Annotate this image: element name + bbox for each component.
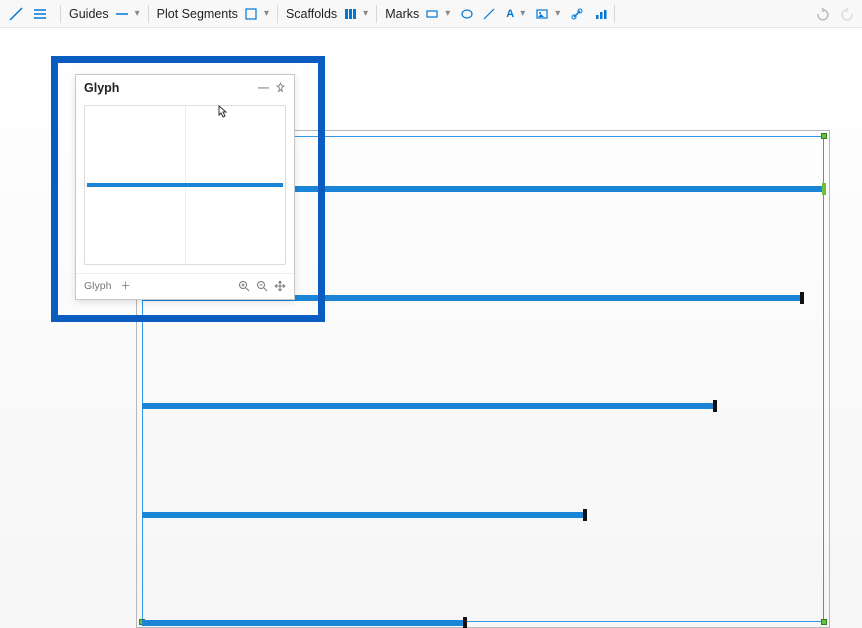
chevron-down-icon[interactable]: ▾ [443,8,452,19]
glyph-mark-line[interactable] [87,183,283,187]
bar-4[interactable] [142,512,585,518]
mark-data-icon[interactable] [594,7,608,21]
pan-icon[interactable] [274,280,286,292]
toolbar: Guides ▾ Plot Segments ▾ Scaffolds ▾ Mar… [0,0,862,28]
marks-label: Marks [383,7,421,21]
bar-4-end-handle[interactable] [583,509,587,521]
undo-icon[interactable] [814,6,830,22]
undo-redo-group [814,6,856,22]
bar-3[interactable] [142,403,715,409]
glyph-panel-header[interactable]: Glyph — [76,75,294,101]
mark-text-icon[interactable]: A [506,8,514,20]
guide-horizontal-icon [115,7,129,21]
scaffolds-label: Scaffolds [284,7,339,21]
mark-rect-icon[interactable] [425,7,439,21]
canvas-workspace[interactable]: Glyph — Glyph ＋ [0,28,862,628]
guides-group[interactable]: Guides ▾ [67,7,142,21]
chevron-down-icon: ▾ [262,8,271,19]
glyph-panel-footer: Glyph ＋ [76,273,294,299]
toolbar-separator [148,5,149,23]
bar-2-end-handle[interactable] [800,292,804,304]
chevron-down-icon[interactable]: ▾ [518,8,527,19]
bar-1-end-handle[interactable] [822,183,826,195]
chevron-down-icon[interactable]: ▾ [553,8,562,19]
zoom-in-icon[interactable] [238,280,250,292]
region-icon [244,7,258,21]
add-glyph-icon[interactable]: ＋ [120,280,131,292]
toolbar-separator [60,5,61,23]
zoom-out-icon[interactable] [256,280,268,292]
plot-segments-group[interactable]: Plot Segments ▾ [155,7,271,21]
redo-icon[interactable] [840,6,856,22]
bar-5-end-handle[interactable] [463,617,467,628]
mark-ellipse-icon[interactable] [460,7,474,21]
plot-segments-label: Plot Segments [155,7,240,21]
chevron-down-icon: ▾ [361,8,370,19]
list-tool-icon[interactable] [30,4,50,24]
toolbar-separator [614,5,615,23]
plot-handle-br[interactable] [821,619,827,625]
glyph-panel[interactable]: Glyph — Glyph ＋ [75,74,295,300]
toolbar-separator [277,5,278,23]
pin-icon[interactable] [275,82,286,94]
glyph-panel-title: Glyph [84,81,119,95]
toolbar-separator [376,5,377,23]
mark-image-icon[interactable] [535,7,549,21]
line-tool-icon[interactable] [6,4,26,24]
mark-line-icon[interactable] [482,7,496,21]
plot-handle-tr[interactable] [821,133,827,139]
scaffolds-group[interactable]: Scaffolds ▾ [284,7,370,21]
marks-group: Marks ▾ A ▾ ▾ [383,7,608,21]
guides-label: Guides [67,7,111,21]
minimize-icon[interactable]: — [258,82,269,94]
mark-link-icon[interactable] [570,7,584,21]
bar-5[interactable] [142,620,465,626]
chevron-down-icon: ▾ [133,8,142,19]
glyph-tab-label[interactable]: Glyph [84,280,111,292]
scaffold-icon [343,7,357,21]
bar-3-end-handle[interactable] [713,400,717,412]
glyph-edit-area[interactable] [84,105,286,265]
